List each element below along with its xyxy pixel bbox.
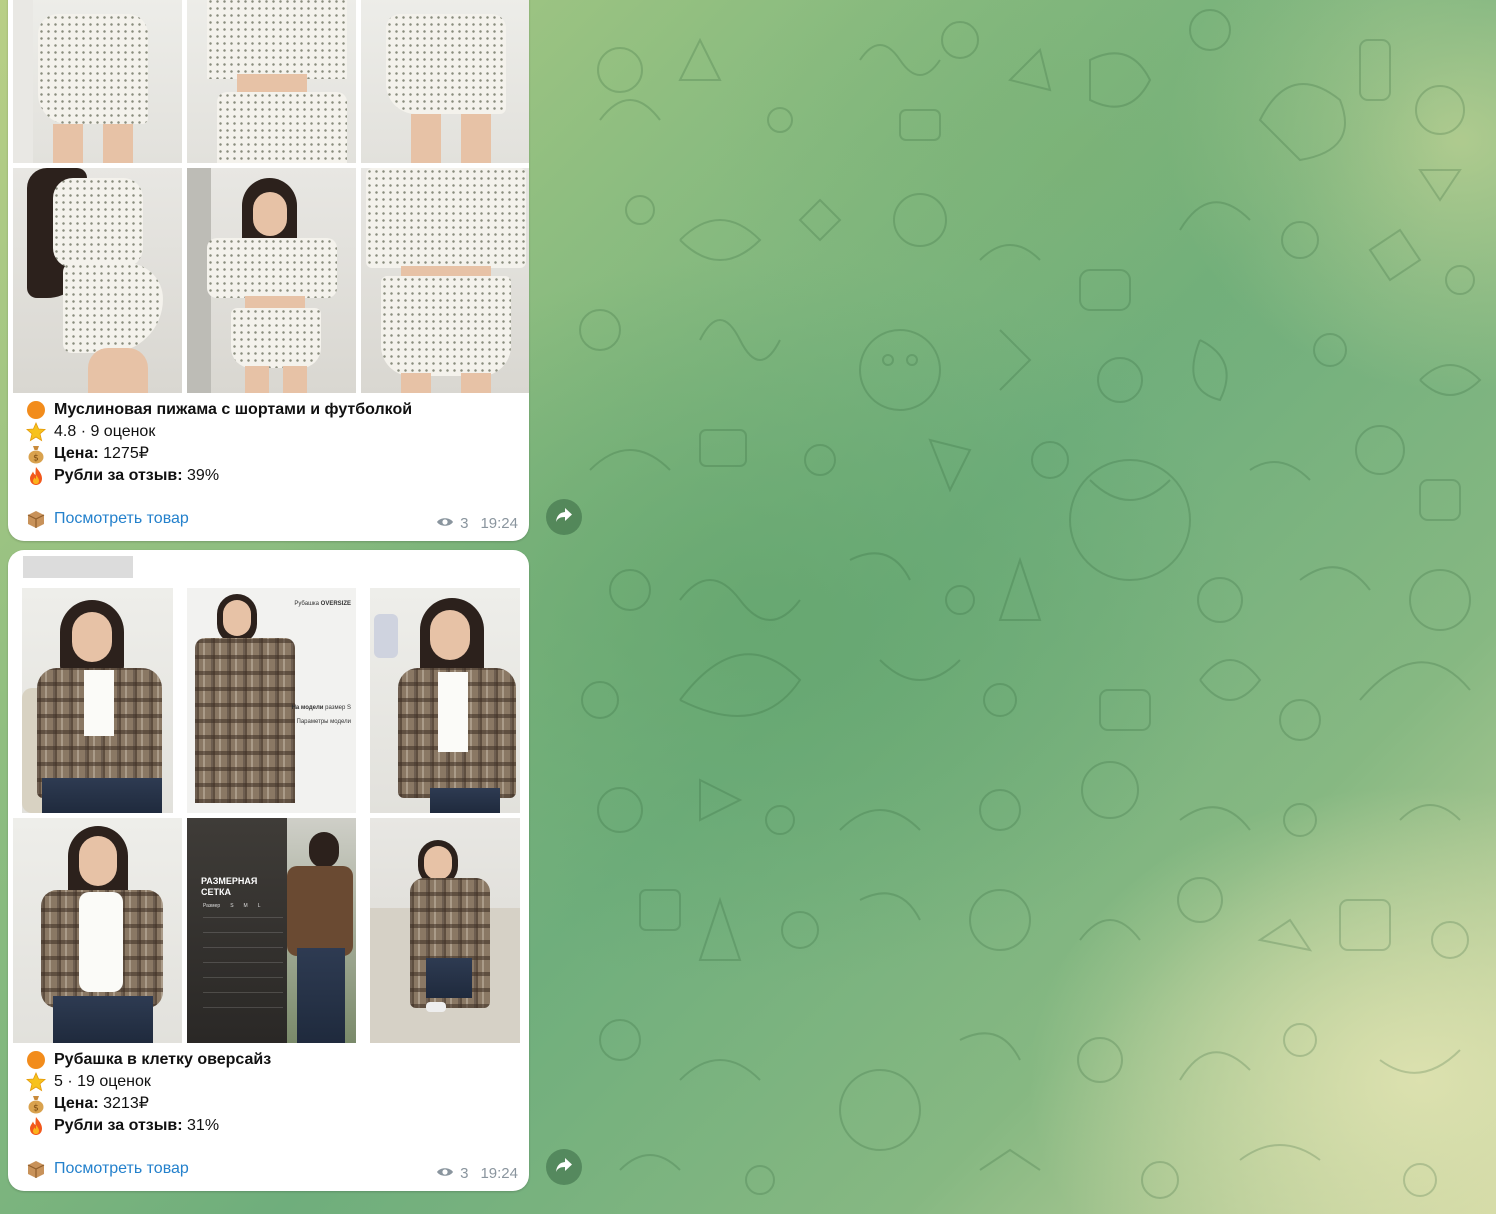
size-chart-photo[interactable]: РАЗМЕРНАЯ СЕТКА Размер S M L bbox=[187, 818, 356, 1043]
product-rating: 5 · 19 оценок bbox=[54, 1073, 151, 1090]
shirt-promo-model: На модели размер S bbox=[291, 705, 351, 711]
sender-name-redacted bbox=[23, 556, 133, 578]
forward-button[interactable] bbox=[546, 499, 582, 535]
message-time: 19:24 bbox=[480, 515, 518, 532]
product-cashback-line: Рубли за отзыв: 39% bbox=[25, 465, 519, 487]
price-label: Цена: bbox=[54, 445, 99, 462]
star-icon bbox=[25, 1071, 47, 1093]
cashback-label: Рубли за отзыв: bbox=[54, 467, 183, 484]
product-photo[interactable]: Рубашка OVERSIZE На модели размер S Пара… bbox=[187, 588, 356, 813]
view-product-row[interactable]: Посмотреть товар bbox=[25, 508, 189, 530]
message-bubble: Муслиновая пижама с шортами и футболкой … bbox=[8, 0, 529, 541]
product-photo[interactable] bbox=[13, 168, 182, 393]
views-count: 3 bbox=[460, 515, 469, 532]
price-value: 3213₽ bbox=[103, 1095, 149, 1112]
product-photo[interactable] bbox=[13, 0, 182, 163]
shirt-promo-headline: Рубашка OVERSIZE bbox=[294, 601, 351, 607]
star-icon bbox=[25, 421, 47, 443]
svg-text:$: $ bbox=[33, 1104, 39, 1114]
message-meta: 3 19:24 bbox=[436, 1165, 518, 1182]
view-product-link[interactable]: Посмотреть товар bbox=[54, 1160, 189, 1178]
view-product-row[interactable]: Посмотреть товар bbox=[25, 1158, 189, 1180]
product-cashback-line: Рубли за отзыв: 31% bbox=[25, 1115, 519, 1137]
cashback-label: Рубли за отзыв: bbox=[54, 1117, 183, 1134]
product-photo[interactable] bbox=[22, 588, 173, 813]
fire-icon bbox=[25, 1115, 47, 1137]
product-photo[interactable] bbox=[13, 818, 182, 1043]
eye-icon bbox=[436, 515, 454, 532]
size-chart-title: РАЗМЕРНАЯ СЕТКА bbox=[201, 876, 258, 897]
price-value: 1275₽ bbox=[103, 445, 149, 462]
product-rating: 4.8 · 9 оценок bbox=[54, 423, 156, 440]
product-photo[interactable] bbox=[187, 168, 356, 393]
product-title: Рубашка в клетку оверсайз bbox=[54, 1051, 272, 1068]
svg-text:$: $ bbox=[33, 454, 39, 464]
product-title: Муслиновая пижама с шортами и футболкой bbox=[54, 401, 413, 418]
size-chart-table: Размер S M L bbox=[203, 903, 283, 1008]
product-rating-line: 5 · 19 оценок bbox=[25, 1071, 519, 1093]
price-label: Цена: bbox=[54, 1095, 99, 1112]
message-bubble: Рубашка OVERSIZE На модели размер S Пара… bbox=[8, 550, 529, 1191]
package-icon bbox=[25, 508, 47, 530]
product-price-line: $ Цена: 1275₽ bbox=[25, 443, 519, 465]
message-meta: 3 19:24 bbox=[436, 515, 518, 532]
product-price-line: $ Цена: 3213₽ bbox=[25, 1093, 519, 1115]
product-rating-line: 4.8 · 9 оценок bbox=[25, 421, 519, 443]
eye-icon bbox=[436, 1165, 454, 1182]
money-bag-icon: $ bbox=[25, 1093, 47, 1115]
money-bag-icon: $ bbox=[25, 443, 47, 465]
product-photo[interactable] bbox=[370, 818, 520, 1043]
product-photo[interactable] bbox=[187, 0, 356, 163]
message-caption: Рубашка в клетку оверсайз 5 · 19 оценок … bbox=[25, 1049, 519, 1137]
product-photo[interactable] bbox=[361, 168, 529, 393]
cashback-value: 39% bbox=[187, 467, 220, 484]
message-caption: Муслиновая пижама с шортами и футболкой … bbox=[25, 399, 519, 487]
forward-arrow-icon bbox=[555, 1157, 573, 1178]
product-title-line: Рубашка в клетку оверсайз bbox=[25, 1049, 519, 1071]
views-count: 3 bbox=[460, 1165, 469, 1182]
product-photo[interactable] bbox=[370, 588, 520, 813]
product-title-line: Муслиновая пижама с шортами и футболкой bbox=[25, 399, 519, 421]
forward-button[interactable] bbox=[546, 1149, 582, 1185]
cashback-value: 31% bbox=[187, 1117, 220, 1134]
forward-arrow-icon bbox=[555, 507, 573, 528]
orange-circle-icon bbox=[25, 1049, 47, 1071]
package-icon bbox=[25, 1158, 47, 1180]
product-photo[interactable] bbox=[361, 0, 529, 163]
message-time: 19:24 bbox=[480, 1165, 518, 1182]
orange-circle-icon bbox=[25, 399, 47, 421]
shirt-promo-params: Параметры модели bbox=[296, 719, 351, 725]
view-product-link[interactable]: Посмотреть товар bbox=[54, 510, 189, 528]
fire-icon bbox=[25, 465, 47, 487]
